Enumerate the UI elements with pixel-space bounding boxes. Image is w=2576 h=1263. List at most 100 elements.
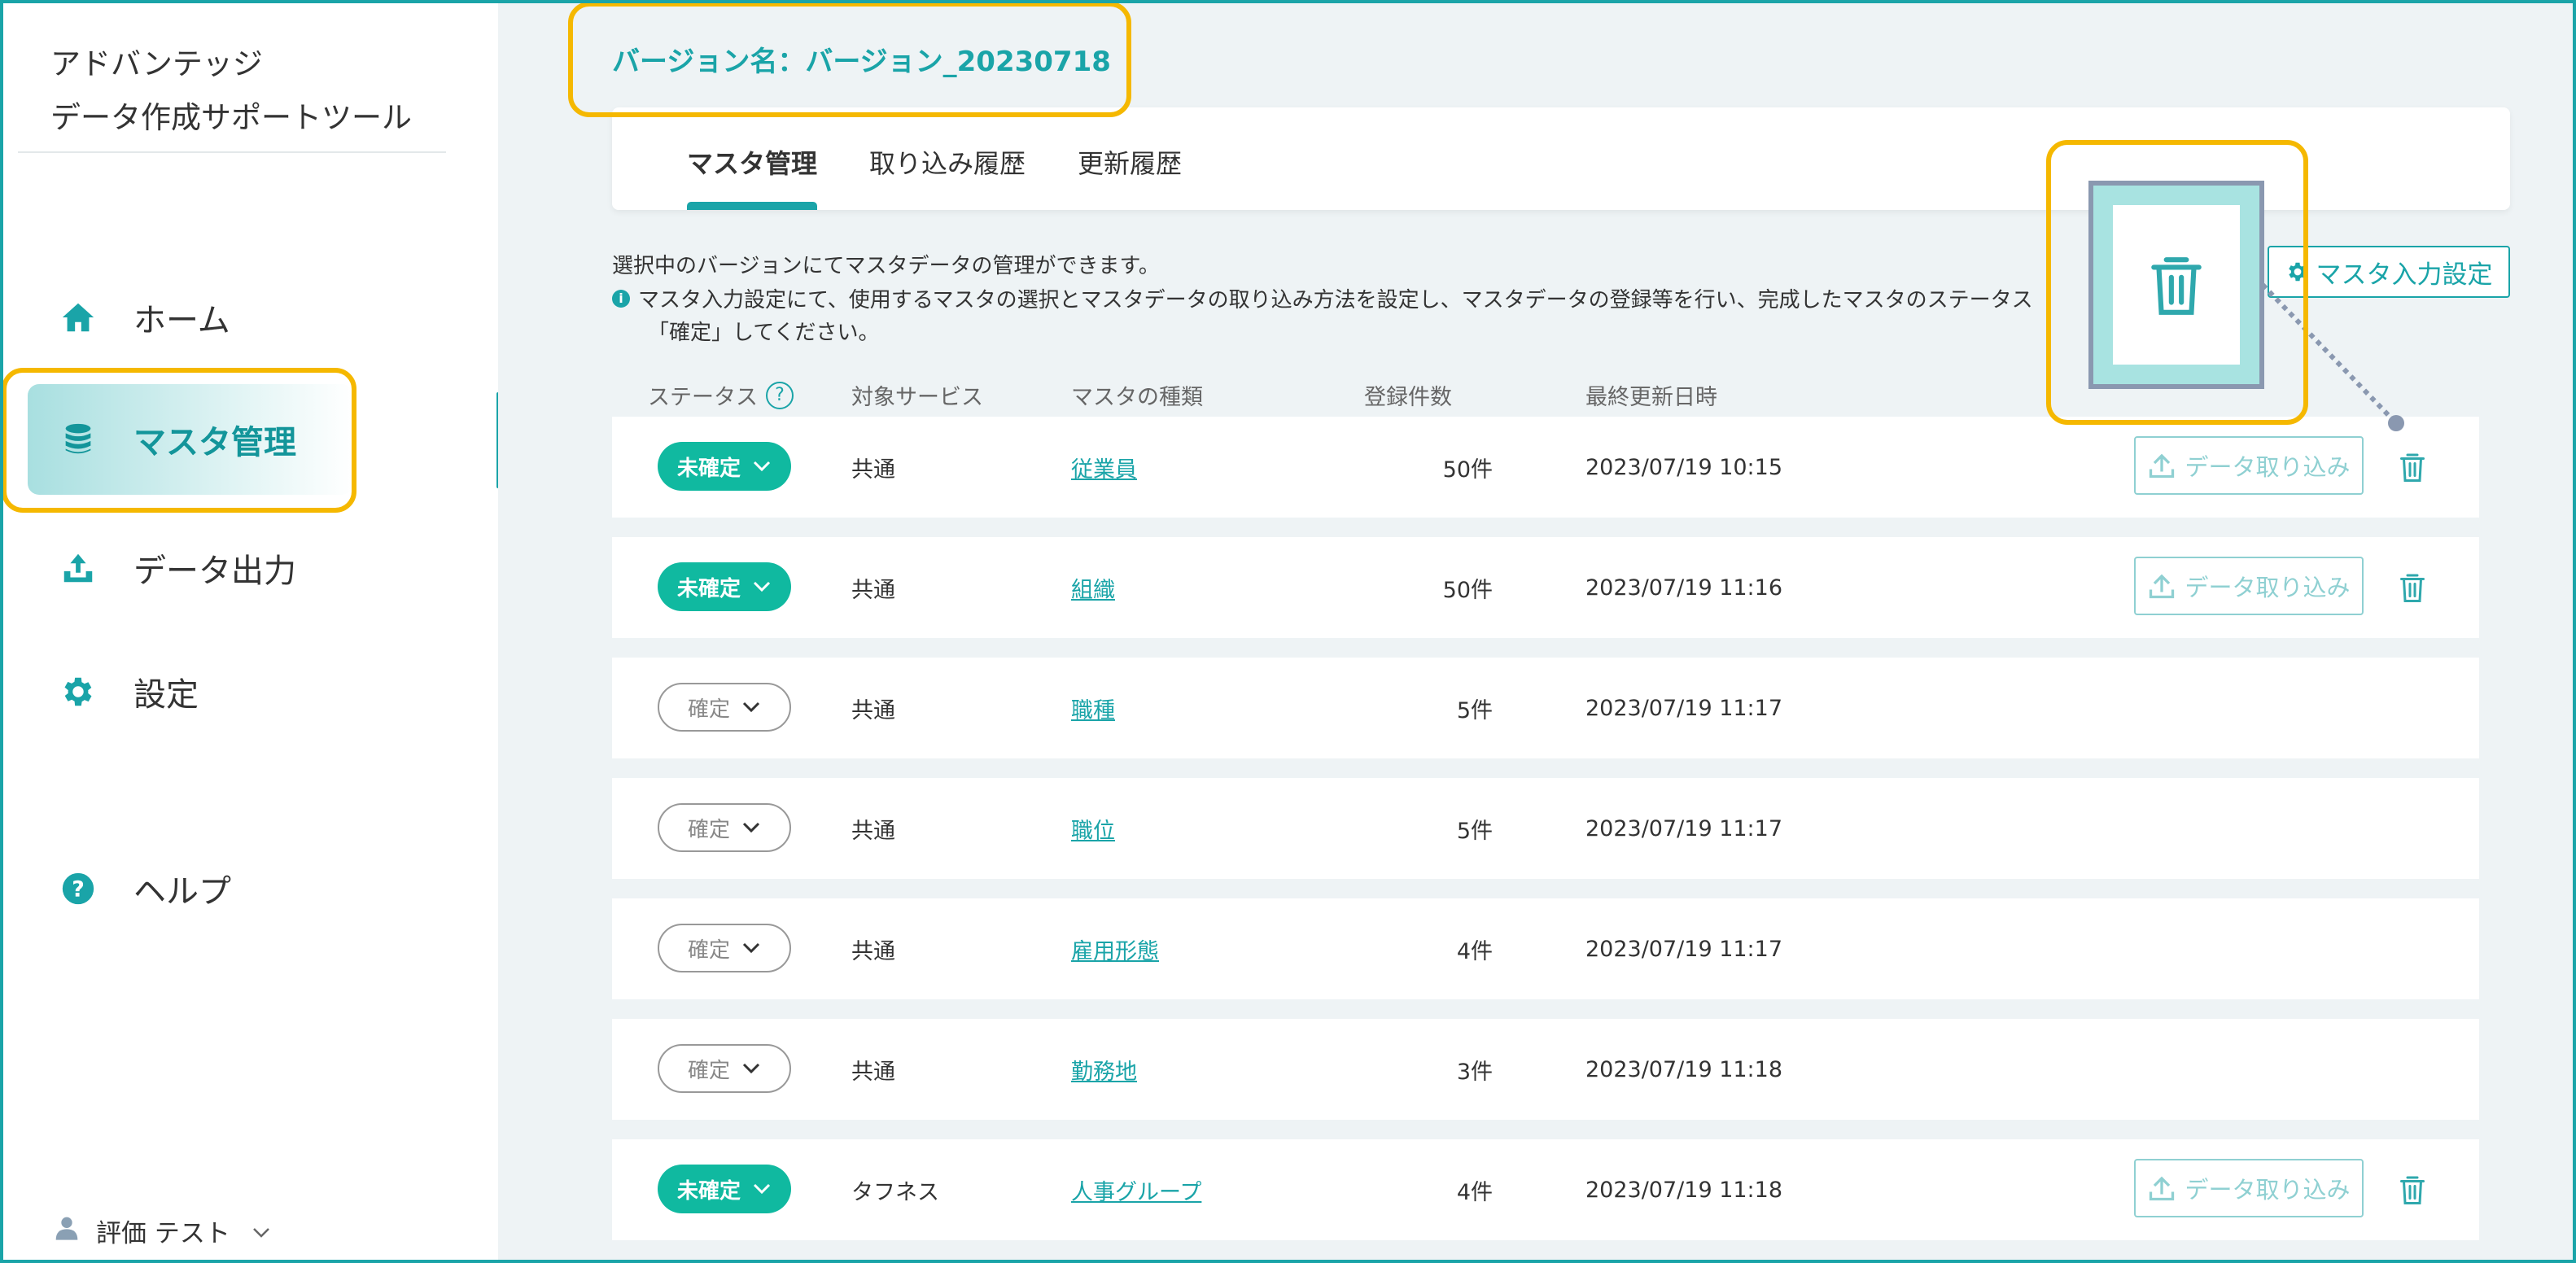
table-row: 確定 共通 職位 5件 2023/07/19 11:17 [612, 778, 2479, 879]
sidebar-item-data-output[interactable]: データ出力 [28, 513, 353, 623]
count-cell: 4件 [1456, 938, 1493, 964]
count-cell: 50件 [1442, 457, 1493, 483]
master-input-settings-button[interactable]: マスタ入力設定 [2268, 246, 2510, 298]
status-label: 確定 [687, 817, 730, 842]
table-row: 確定 共通 職種 5件 2023/07/19 11:17 [612, 658, 2479, 758]
updated-cell: 2023/07/19 11:17 [1585, 936, 1783, 962]
updated-cell: 2023/07/19 11:17 [1585, 695, 1783, 721]
data-import-button[interactable]: データ取り込み [2134, 1159, 2364, 1217]
sidebar-item-label: マスタ管理 [133, 424, 296, 461]
count-cell: 5件 [1456, 697, 1493, 723]
master-type-link[interactable]: 組織 [1071, 572, 1115, 604]
table-row: 未確定 共通 組織 50件 2023/07/19 11:16 データ取り込み [612, 537, 2479, 638]
sidebar-item-label: ヘルプ [133, 873, 231, 911]
question-icon[interactable]: ? [766, 381, 794, 409]
upload-icon [55, 545, 101, 591]
status-dropdown[interactable]: 未確定 [658, 562, 791, 611]
info-icon: i [612, 289, 630, 308]
delete-button[interactable] [2394, 449, 2430, 485]
upload-icon [2150, 574, 2175, 599]
database-icon [55, 417, 101, 462]
tab-import-history[interactable]: 取り込み履歴 [869, 143, 1026, 181]
import-button-label: データ取り込み [2185, 574, 2351, 601]
master-type-link[interactable]: 職位 [1071, 813, 1115, 845]
description-line1: 選択中のバージョンにてマスタデータの管理ができます。 [612, 254, 1160, 278]
updated-cell: 2023/07/19 10:15 [1585, 454, 1783, 480]
updated-cell: 2023/07/19 11:18 [1585, 1056, 1783, 1082]
service-cell: 共通 [851, 457, 895, 483]
sidebar-item-master[interactable]: マスタ管理 [28, 384, 353, 495]
status-dropdown[interactable]: 確定 [658, 1044, 791, 1093]
service-cell: 共通 [851, 818, 895, 844]
status-dropdown[interactable]: 確定 [658, 803, 791, 852]
chevron-down-icon [742, 822, 760, 833]
app-title-line1: アドバンテッジ [50, 46, 263, 81]
chevron-down-icon [753, 1183, 771, 1195]
status-label: 未確定 [676, 456, 741, 481]
gear-icon [2288, 262, 2307, 282]
service-cell: タフネス [851, 1179, 939, 1205]
sidebar: アドバンテッジ データ作成サポートツール ホーム マスタ管理 データ出力 設定 … [0, 0, 505, 1263]
trash-icon [2151, 257, 2202, 315]
chevron-down-icon [742, 942, 760, 954]
tab-update-history[interactable]: 更新履歴 [1078, 143, 1182, 181]
data-import-button[interactable]: データ取り込み [2134, 557, 2364, 615]
user-menu[interactable]: 評価 テスト [54, 1213, 271, 1249]
status-label: 確定 [687, 937, 730, 963]
updated-cell: 2023/07/19 11:17 [1585, 815, 1783, 841]
header-status: ステータス ? [648, 379, 794, 411]
sidebar-item-home[interactable]: ホーム [28, 262, 353, 373]
count-cell: 3件 [1456, 1059, 1493, 1085]
delete-button[interactable] [2394, 570, 2430, 605]
trash-icon [2400, 453, 2425, 482]
header-count: 登録件数 [1364, 385, 1452, 410]
sidebar-item-label: データ出力 [133, 553, 296, 590]
status-dropdown[interactable]: 確定 [658, 683, 791, 732]
tab-master[interactable]: マスタ管理 [687, 143, 817, 181]
svg-text:?: ? [72, 877, 85, 902]
help-icon: ? [55, 866, 101, 911]
table-row: 未確定 タフネス 人事グループ 4件 2023/07/19 11:18 データ取り込み [612, 1139, 2479, 1240]
table-row: 未確定 共通 従業員 50件 2023/07/19 10:15 データ取り込み [612, 417, 2479, 518]
version-name: バージョン名：バージョン_20230718 [612, 46, 1111, 78]
sidebar-item-label: ホーム [133, 302, 230, 339]
chevron-down-icon [753, 461, 771, 472]
service-cell: 共通 [851, 577, 895, 603]
master-type-link[interactable]: 人事グループ [1071, 1174, 1201, 1206]
header-service: 対象サービス [851, 385, 983, 410]
trash-icon [2400, 574, 2425, 602]
sidebar-divider [18, 151, 446, 153]
sidebar-item-help[interactable]: ? ヘルプ [28, 833, 353, 944]
master-type-link[interactable]: 従業員 [1071, 452, 1137, 483]
status-dropdown[interactable]: 確定 [658, 924, 791, 972]
header-master-type: マスタの種類 [1071, 385, 1203, 410]
gear-icon [55, 669, 101, 715]
sidebar-item-settings[interactable]: 設定 [28, 636, 353, 747]
zoom-inner [2113, 205, 2240, 365]
home-icon [55, 295, 101, 340]
import-button-label: データ取り込み [2185, 453, 2351, 481]
chevron-down-icon [753, 581, 771, 592]
import-button-label: データ取り込み [2185, 1176, 2351, 1204]
status-label: 未確定 [676, 576, 741, 601]
master-type-link[interactable]: 勤務地 [1071, 1054, 1137, 1086]
data-import-button[interactable]: データ取り込み [2134, 436, 2364, 495]
updated-cell: 2023/07/19 11:16 [1585, 575, 1783, 601]
header-updated: 最終更新日時 [1585, 385, 1717, 410]
delete-button[interactable] [2394, 1172, 2430, 1208]
description-line3: 「確定」してください。 [648, 321, 880, 345]
status-label: 確定 [687, 697, 730, 722]
tab-active-underline [687, 202, 817, 210]
app-title: アドバンテッジ データ作成サポートツール [50, 37, 412, 145]
count-cell: 5件 [1456, 818, 1493, 844]
chevron-down-icon [742, 701, 760, 713]
updated-cell: 2023/07/19 11:18 [1585, 1177, 1783, 1203]
user-name: 評価 テスト [96, 1219, 230, 1248]
service-cell: 共通 [851, 697, 895, 723]
status-dropdown[interactable]: 未確定 [658, 1165, 791, 1213]
master-type-link[interactable]: 職種 [1071, 693, 1115, 724]
app-title-line2: データ作成サポートツール [50, 100, 412, 135]
table-row: 確定 共通 勤務地 3件 2023/07/19 11:18 [612, 1019, 2479, 1120]
master-type-link[interactable]: 雇用形態 [1071, 933, 1159, 965]
status-dropdown[interactable]: 未確定 [658, 442, 791, 491]
